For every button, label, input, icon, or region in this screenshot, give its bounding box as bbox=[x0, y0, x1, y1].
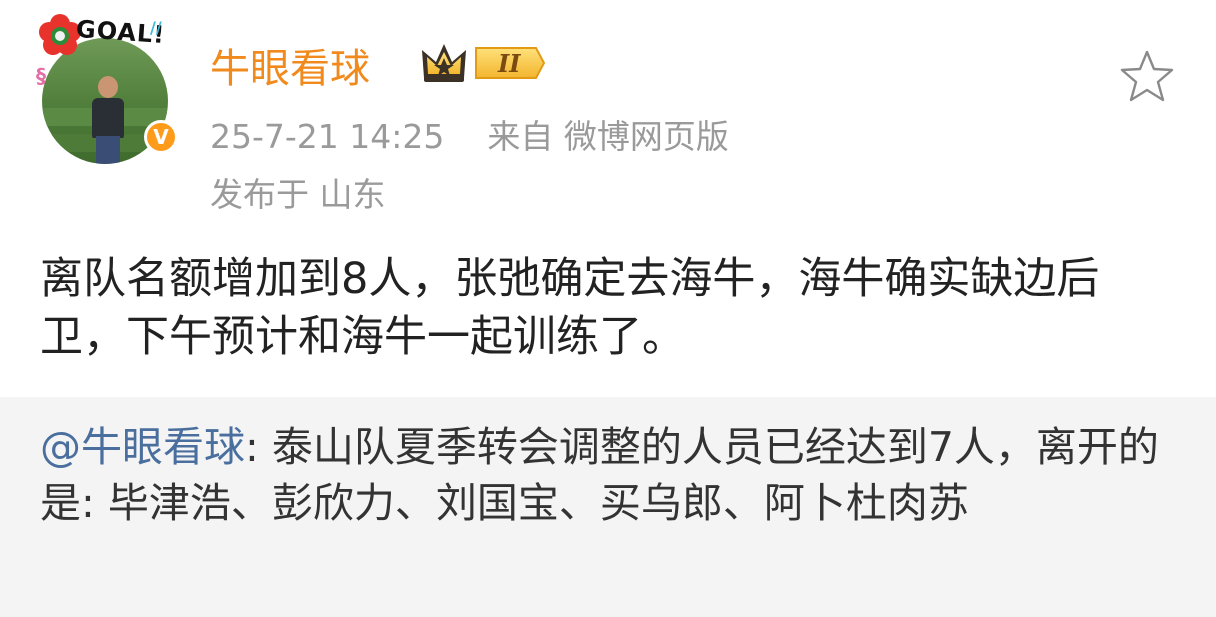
crown-badge-icon[interactable]: II bbox=[418, 40, 546, 86]
post-meta: 25-7-21 14:25 来自 微博网页版 bbox=[210, 110, 729, 158]
avatar[interactable]: GOAL! § // V bbox=[30, 10, 180, 164]
verified-v-icon: V bbox=[144, 120, 178, 154]
repost-text: @牛眼看球: 泰山队夏季转会调整的人员已经达到7人，离开的是: 毕津浩、彭欣力、… bbox=[40, 419, 1180, 531]
repost-mention-link[interactable]: @牛眼看球 bbox=[40, 423, 245, 471]
decoration-dash: // bbox=[150, 18, 162, 37]
post-text: 离队名额增加到8人，张弛确定去海牛，海牛确实缺边后卫，下午预计和海牛一起训练了。 bbox=[40, 254, 1100, 362]
post-location: 发布于 山东 bbox=[210, 175, 386, 214]
repost-card[interactable]: @牛眼看球: 泰山队夏季转会调整的人员已经达到7人，离开的是: 毕津浩、彭欣力、… bbox=[0, 397, 1216, 617]
star-outline-icon[interactable] bbox=[1118, 48, 1176, 104]
level-badge-text: II bbox=[497, 49, 521, 78]
author-name[interactable]: 牛眼看球 bbox=[210, 36, 370, 94]
post-source: 来自 微博网页版 bbox=[487, 117, 729, 156]
decoration-mark: § bbox=[36, 64, 46, 88]
post-timestamp: 25-7-21 14:25 bbox=[210, 117, 445, 156]
